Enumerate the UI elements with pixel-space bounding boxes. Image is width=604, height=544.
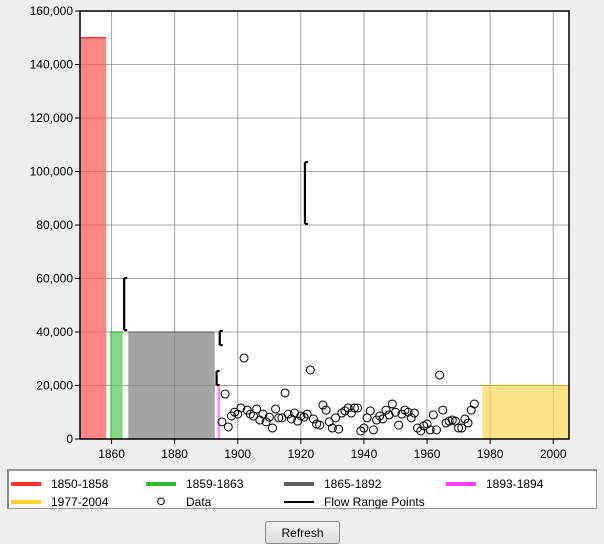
- legend: 1850-1858 1859-1863 1865-1892 1893-1894 …: [7, 469, 597, 509]
- x-axis: 1860 1880 1900 1920 1940 1960 1980 2000: [98, 439, 567, 461]
- bar-1977-2004: [482, 385, 569, 439]
- legend-item-1977-2004: 1977-2004: [11, 494, 108, 510]
- legend-item-1850-1858: 1850-1858: [11, 476, 108, 492]
- legend-swatch-magenta: [446, 482, 476, 486]
- legend-item-1865-1892: 1865-1892: [284, 476, 381, 492]
- legend-label: 1865-1892: [324, 477, 382, 491]
- legend-label: 1850-1858: [51, 477, 109, 491]
- y-tick-label: 60,000: [36, 272, 73, 286]
- flow-chart: 0 20,000 40,000 60,000 80,000 100,000 120,000 1…: [30, 4, 570, 461]
- legend-label: Data: [186, 495, 212, 509]
- x-tick-label: 1960: [414, 447, 441, 461]
- legend-item-1859-1863: 1859-1863: [146, 476, 243, 492]
- legend-label: 1893-1894: [486, 477, 544, 491]
- legend-label: Flow Range Points: [324, 495, 425, 509]
- x-tick-label: 1860: [98, 447, 125, 461]
- bar-1850-1858: [80, 37, 107, 439]
- x-tick-label: 1900: [224, 447, 251, 461]
- legend-swatch-gray: [284, 482, 314, 486]
- legend-item-flow-range-points: Flow Range Points: [284, 494, 425, 510]
- x-tick-label: 1980: [477, 447, 504, 461]
- y-tick-label: 0: [66, 432, 73, 446]
- refresh-button[interactable]: Refresh: [265, 521, 340, 544]
- y-axis: 0 20,000 40,000 60,000 80,000 100,000 120,000 1…: [30, 4, 80, 446]
- y-tick-label: 80,000: [36, 218, 73, 232]
- y-tick-label: 100,000: [30, 165, 74, 179]
- x-tick-label: 1920: [287, 447, 314, 461]
- legend-item-1893-1894: 1893-1894: [446, 476, 543, 492]
- y-tick-label: 140,000: [30, 58, 74, 72]
- y-tick-label: 120,000: [30, 111, 74, 125]
- circle-marker-icon: O: [156, 496, 166, 508]
- legend-swatch-green: [146, 482, 176, 486]
- legend-swatch-black: [284, 501, 314, 503]
- y-tick-label: 160,000: [30, 4, 74, 18]
- y-tick-label: 40,000: [36, 325, 73, 339]
- x-tick-label: 2000: [540, 447, 567, 461]
- x-tick-label: 1880: [161, 447, 188, 461]
- legend-swatch-yellow: [11, 500, 41, 504]
- bar-1893-1894: [217, 385, 221, 439]
- legend-item-data: O Data: [146, 494, 212, 510]
- x-tick-label: 1940: [351, 447, 378, 461]
- legend-swatch-red: [11, 482, 41, 486]
- legend-label: 1859-1863: [186, 477, 244, 491]
- y-tick-label: 20,000: [36, 379, 73, 393]
- legend-label: 1977-2004: [51, 495, 109, 509]
